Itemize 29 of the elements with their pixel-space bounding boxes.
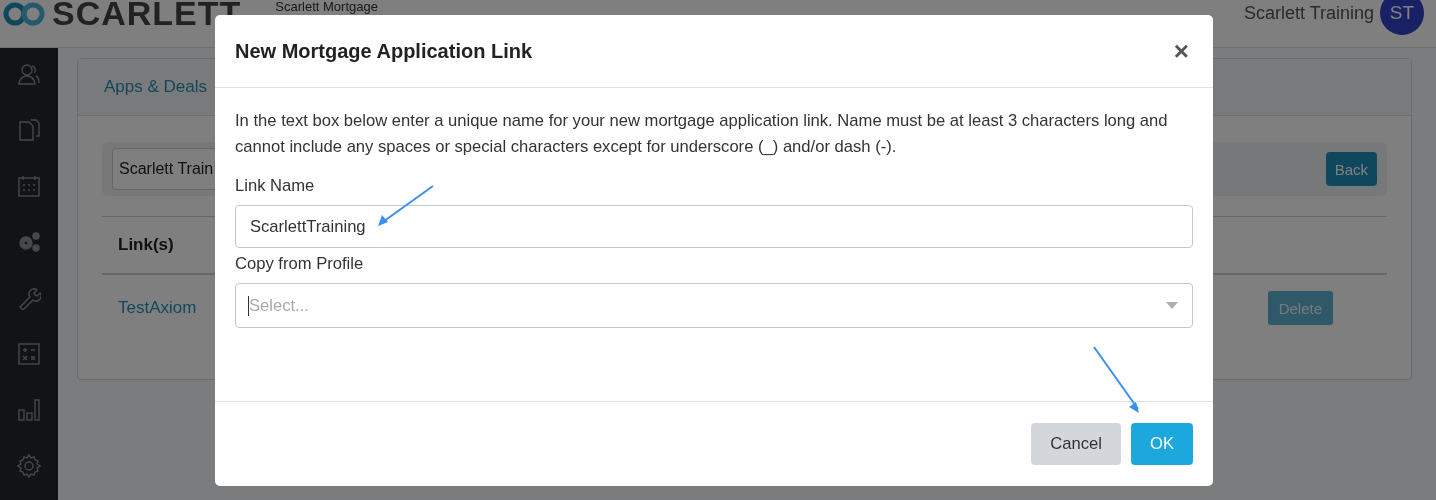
back-button[interactable]: Back bbox=[1325, 152, 1377, 186]
calendar-icon[interactable] bbox=[17, 174, 41, 198]
select-field[interactable]: Select... bbox=[235, 283, 1193, 328]
app-title: Scarlett Mortgage bbox=[275, 0, 378, 14]
ok-button[interactable]: OK bbox=[1131, 423, 1193, 465]
users-icon[interactable] bbox=[17, 62, 41, 86]
close-button[interactable]: × bbox=[1169, 38, 1193, 64]
instructions-text: In the text box below enter a unique name for your new mortgage application link. Name must be at least 3 characters long and cannot include any spaces or special characters except for underscore (_) and/or dash (-). bbox=[235, 110, 1169, 158]
user-avatar[interactable]: ST bbox=[1380, 0, 1424, 35]
field-label: Link Name bbox=[235, 176, 316, 196]
annotation-arrow bbox=[376, 184, 436, 228]
caret-icon bbox=[1166, 302, 1178, 309]
column-header: Link(s) bbox=[118, 235, 174, 255]
logo-text: SCARLETT bbox=[52, 0, 242, 33]
logo-icon bbox=[2, 0, 46, 27]
field-label: Copy from Profile bbox=[235, 254, 365, 274]
tab[interactable]: Apps & Deals bbox=[104, 77, 207, 97]
cancel-button[interactable]: Cancel bbox=[1031, 423, 1121, 465]
bar-chart-icon[interactable] bbox=[17, 398, 41, 422]
user-name[interactable]: Scarlett Training bbox=[1243, 3, 1374, 24]
settings-icon[interactable] bbox=[17, 454, 41, 478]
documents-icon[interactable] bbox=[17, 118, 41, 142]
link[interactable]: TestAxiom bbox=[118, 298, 197, 318]
wrench-icon[interactable] bbox=[17, 286, 41, 310]
delete-button[interactable]: Delete bbox=[1267, 291, 1333, 325]
input-field[interactable]: ScarlettTraining bbox=[235, 205, 1193, 248]
dialog-title: New Mortgage Application Link bbox=[235, 39, 533, 63]
annotation-arrow bbox=[1092, 345, 1142, 415]
calculator-icon[interactable] bbox=[17, 342, 41, 366]
